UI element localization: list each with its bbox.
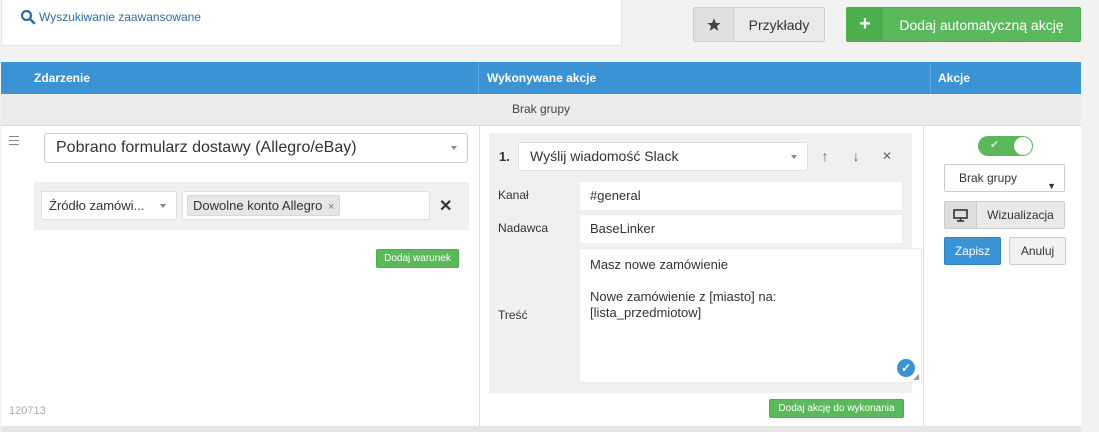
active-toggle[interactable]: ✔ [978,136,1033,156]
header-controls-label: Akcje [938,71,971,85]
search-panel: Wyszukiwanie zaawansowane [1,0,622,46]
header-col-actions: Wykonywane akcje [479,62,931,94]
column-divider [923,126,924,426]
column-divider [479,126,480,426]
channel-input[interactable]: #general [579,181,903,211]
delete-condition-icon[interactable]: ✕ [439,196,452,216]
check-icon: ✔ [990,139,1000,151]
condition-value-input[interactable]: Dowolne konto Allegro × [182,191,430,220]
header-col-event: Zdarzenie [1,62,479,94]
delete-action-icon[interactable]: ✕ [879,149,895,163]
content-label: Treść [498,308,528,322]
tag-remove-icon[interactable]: × [328,201,334,213]
advanced-search-label: Wyszukiwanie zaawansowane [39,10,201,24]
next-row-edge [1,426,1081,432]
condition-source-select[interactable]: Źródło zamówi... [41,191,177,220]
table-header: Zdarzenie Wykonywane akcje Akcje [1,62,1081,94]
move-down-icon[interactable]: ↓ [848,148,864,164]
action-type-value: Wyślij wiadomość Slack [530,148,679,164]
condition-tag: Dowolne konto Allegro × [187,195,341,216]
sender-label: Nadawca [498,221,549,235]
event-select[interactable]: Pobrano formularz dostawy (Allegro/eBay) [44,133,468,163]
add-automatic-action-label: Dodaj automatyczną akcję [899,16,1064,33]
sender-input[interactable]: BaseLinker [579,214,903,244]
plus-icon: + [847,8,883,41]
chevron-down-icon: ▼ [1047,181,1056,191]
visualize-button[interactable]: Wizualizacja [944,201,1065,229]
action-type-select[interactable]: Wyślij wiadomość Slack [518,142,808,171]
condition-source-value: Źródło zamówi... [49,198,145,213]
monitor-icon [945,202,977,228]
examples-button[interactable]: Przykłady [693,7,825,42]
header-event-label: Zdarzenie [34,71,91,85]
chevron-down-icon [451,146,457,150]
add-automatic-action-button[interactable]: + Dodaj automatyczną akcję [846,7,1081,42]
advanced-search-link[interactable]: Wyszukiwanie zaawansowane [20,9,201,25]
add-condition-button[interactable]: Dodaj warunek [376,249,459,268]
save-button[interactable]: Zapisz [944,237,1001,265]
chevron-down-icon [160,204,166,208]
header-actions-label: Wykonywane akcje [487,71,597,85]
toggle-knob [1014,137,1032,155]
examples-label: Przykłady [748,16,810,33]
drag-handle-icon[interactable] [9,136,19,148]
star-icon [694,8,734,41]
group-row: Brak grupy [1,94,1081,126]
chevron-down-icon [791,155,797,159]
channel-label: Kanał [498,188,529,202]
resize-handle-icon[interactable]: ◢ [913,372,919,381]
rule-row: Pobrano formularz dostawy (Allegro/eBay)… [1,126,1081,426]
move-up-icon[interactable]: ↑ [817,148,833,164]
condition-tag-label: Dowolne konto Allegro [193,198,323,213]
search-icon [20,9,36,25]
content-textarea[interactable]: Masz nowe zamówienie Nowe zamówienie z [… [579,248,922,383]
add-action-button[interactable]: Dodaj akcję do wykonania [769,399,904,418]
condition-row: Źródło zamówi... Dowolne konto Allegro ×… [34,182,469,230]
cancel-button[interactable]: Anuluj [1009,237,1066,265]
visualize-label: Wizualizacja [987,208,1054,222]
event-select-value: Pobrano formularz dostawy (Allegro/eBay) [56,139,357,156]
rule-id: 120713 [9,405,46,417]
header-col-controls: Akcje [931,62,1081,94]
group-select-value: Brak grupy [959,171,1018,185]
group-select[interactable]: Brak grupy ▼ [944,164,1065,192]
action-number: 1. [499,149,510,164]
